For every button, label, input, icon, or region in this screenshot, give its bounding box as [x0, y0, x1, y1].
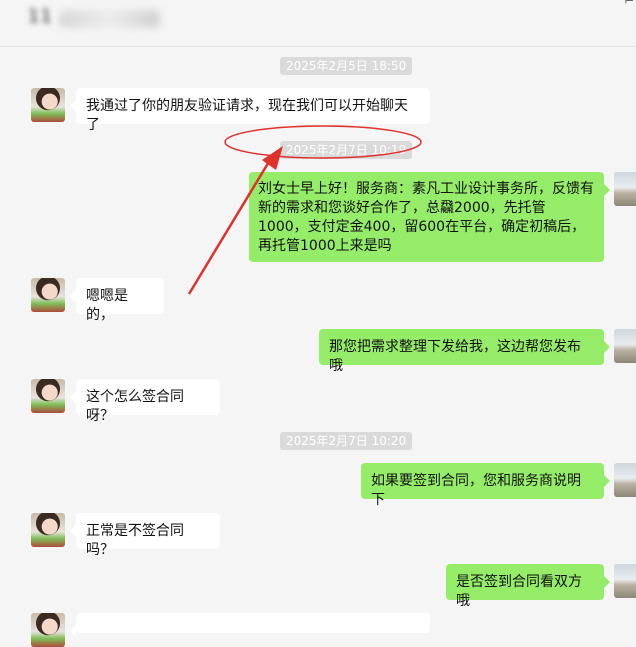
contact-avatar[interactable]	[31, 88, 65, 122]
header-icons: ⌒ ⌐	[594, 0, 634, 11]
contact-avatar[interactable]	[31, 379, 65, 413]
outgoing-message[interactable]: 刘女士早上好！服务商：素凡工业设计事务所，反馈有新的需求和您谈好合作了，总飝20…	[249, 172, 610, 262]
more-icon[interactable]: ⌐	[624, 0, 634, 11]
outgoing-message[interactable]: 如果要签到合同，您和服务商说明下	[361, 463, 610, 508]
contact-avatar[interactable]	[31, 278, 65, 312]
timestamp: 2025年2月5日 18:50	[280, 57, 413, 75]
message-list: 2025年2月5日 18:50 我通过了你的朋友验证请求，现在我们可以开始聊天了…	[0, 46, 636, 647]
my-avatar[interactable]	[614, 329, 636, 363]
pin-icon[interactable]: ⌒	[594, 0, 606, 11]
my-avatar[interactable]	[614, 463, 636, 497]
contact-avatar[interactable]	[31, 513, 65, 547]
contact-avatar[interactable]	[31, 613, 65, 647]
chat-header: 11 … ⌒ ⌐	[0, 0, 636, 47]
outgoing-message[interactable]: 是否签到合同看双方哦	[446, 564, 610, 609]
incoming-message[interactable]: 我通过了你的朋友验证请求，现在我们可以开始聊天了	[70, 88, 430, 133]
incoming-message[interactable]: 嗯嗯是的，	[70, 278, 164, 323]
incoming-message-partial[interactable]	[70, 613, 430, 637]
blurred-name-region	[60, 10, 160, 28]
timestamp: 2025年2月7日 10:20	[280, 432, 413, 450]
incoming-message[interactable]: 这个怎么签合同呀？	[70, 379, 220, 424]
outgoing-message[interactable]: 那您把需求整理下发给我，这边帮您发布哦	[319, 329, 610, 374]
my-avatar[interactable]	[614, 564, 636, 598]
my-avatar[interactable]	[614, 172, 636, 206]
timestamp: 2025年2月7日 10:19	[280, 141, 413, 159]
incoming-message[interactable]: 正常是不签合同吗？	[70, 513, 220, 558]
